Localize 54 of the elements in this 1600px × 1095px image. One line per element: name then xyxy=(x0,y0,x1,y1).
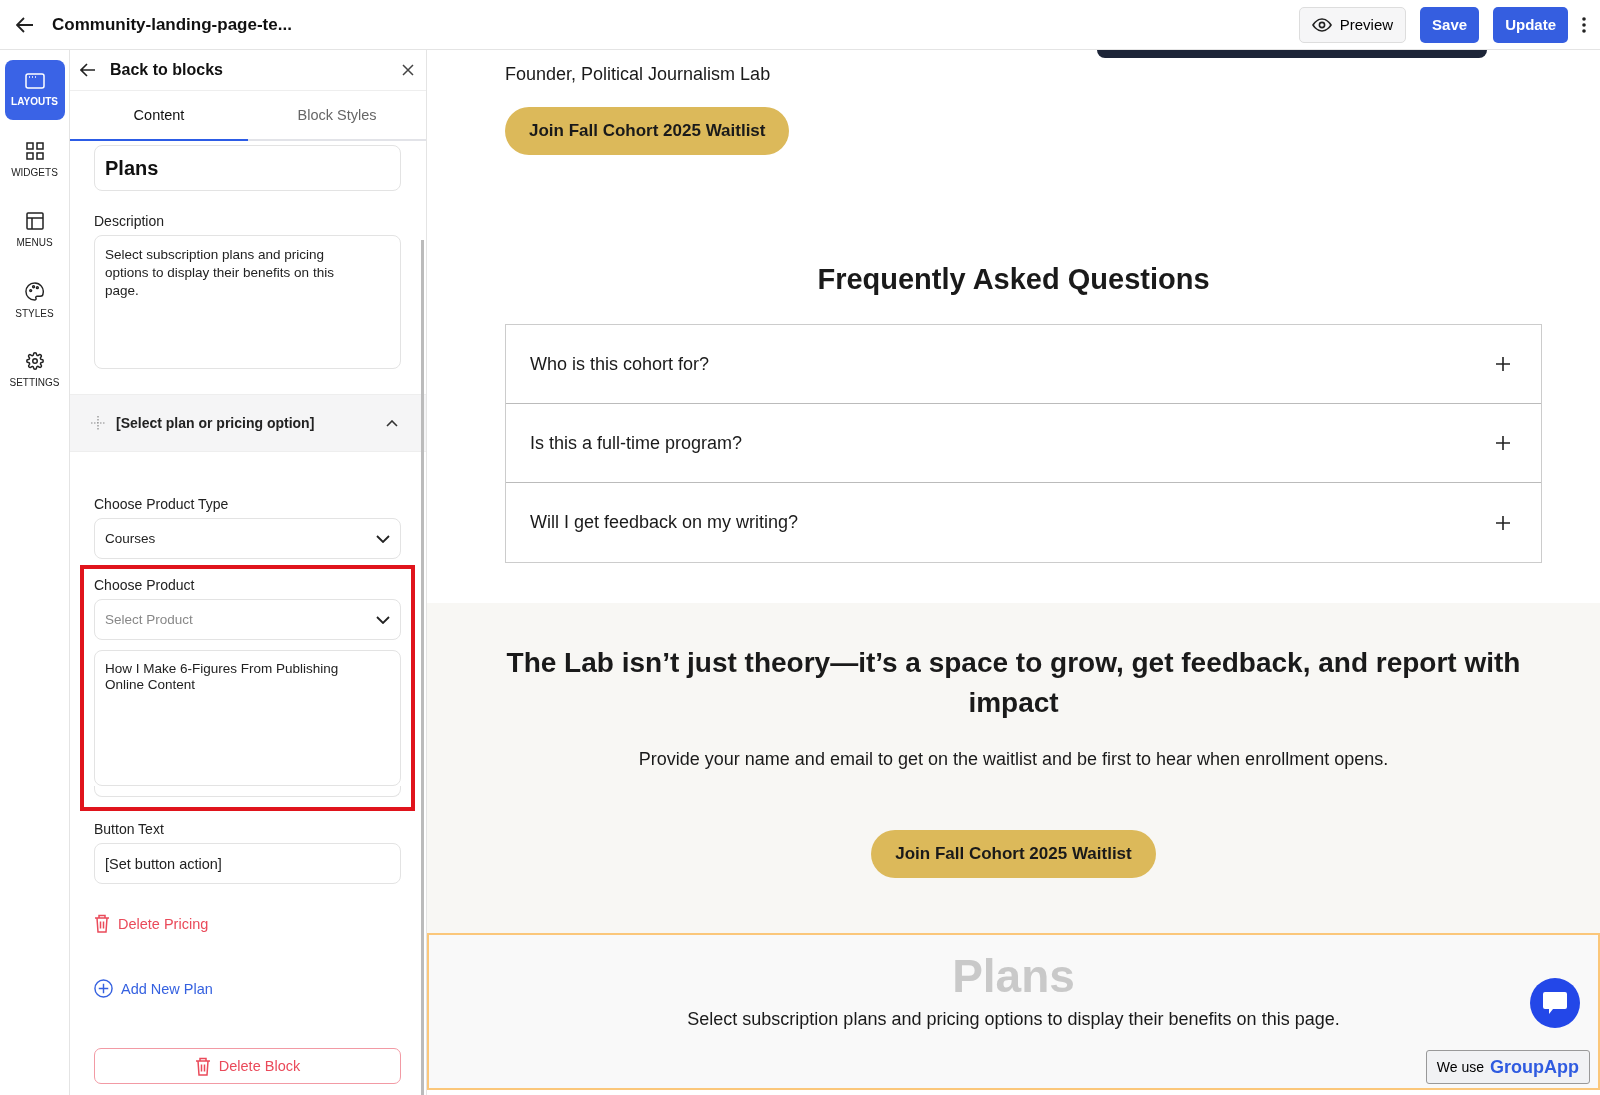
sidebar-item[interactable]: STYLES xyxy=(4,270,65,330)
back-arrow-icon[interactable] xyxy=(80,63,96,77)
section-header[interactable]: [Select plan or pricing option] xyxy=(70,394,426,452)
back-to-blocks-label: Back to blocks xyxy=(110,61,224,79)
field-label: Description xyxy=(94,213,166,229)
section-headline: The Lab isn’t just theory—it’s a space to grow, get feedback, and report with impact xyxy=(505,646,1522,720)
sidebar-item[interactable]: SETTINGS xyxy=(4,340,65,400)
description-field[interactable]: Select subscription plans and pricing options to display their benefits on this page. xyxy=(94,235,401,369)
section-title: [Select plan or pricing option] xyxy=(116,415,316,431)
tab[interactable]: Block Styles xyxy=(248,91,426,141)
chat-button[interactable] xyxy=(1530,978,1580,1028)
product-type-select[interactable]: Courses xyxy=(94,518,401,559)
eye-icon xyxy=(1311,17,1332,32)
back-arrow-icon[interactable] xyxy=(16,16,34,33)
preview-button[interactable]: Preview xyxy=(1298,6,1407,43)
trash-icon xyxy=(94,914,110,933)
sidebar-item[interactable]: WIDGETS xyxy=(4,130,65,190)
product-item[interactable]: How I Make 6-Figures From Publishing Online Content xyxy=(94,650,401,786)
tab[interactable]: Content xyxy=(70,91,248,141)
chevron-up-icon[interactable] xyxy=(386,419,398,427)
layout-icon xyxy=(24,73,45,89)
page-title: Community-landing-page-te... xyxy=(52,14,293,35)
sidebar-item[interactable]: LAYOUTS xyxy=(4,60,65,120)
field-label: Choose Product xyxy=(94,577,196,593)
delete-pricing-link[interactable]: Delete Pricing xyxy=(94,914,209,933)
delete-block-button[interactable]: Delete Block xyxy=(94,1048,401,1084)
close-icon[interactable] xyxy=(402,64,414,76)
trash-icon xyxy=(194,1056,211,1076)
plans-description: Select subscription plans and pricing options to display their benefits on this page. xyxy=(687,1009,1340,1030)
add-plan-link[interactable]: Add New Plan xyxy=(94,979,213,998)
field-label: Button Text xyxy=(94,821,165,837)
section-subtext: Provide your name and email to get on the waitlist and be first to hear when enrollment opens. xyxy=(638,749,1389,770)
chevron-down-icon xyxy=(376,615,390,624)
founder-caption: Founder, Political Journalism Lab xyxy=(505,64,772,85)
grid-icon xyxy=(25,142,44,160)
settings-icon xyxy=(25,352,44,370)
sidebar-item[interactable]: MENUS xyxy=(4,200,65,260)
primary-button[interactable]: Save xyxy=(1420,6,1480,43)
chevron-down-icon xyxy=(376,534,390,543)
field-label: Choose Product Type xyxy=(94,496,230,512)
panel-layout-icon xyxy=(25,212,44,230)
drag-handle-icon[interactable] xyxy=(90,415,106,431)
waitlist-button[interactable]: Join Fall Cohort 2025 Waitlist xyxy=(505,107,790,155)
button-text-field[interactable]: [Set button action] xyxy=(94,843,401,884)
waitlist-button[interactable]: Join Fall Cohort 2025 Waitlist xyxy=(871,830,1156,878)
more-options-icon[interactable] xyxy=(1582,16,1586,33)
plus-circle-icon xyxy=(94,979,113,998)
chat-bubble-icon xyxy=(1542,991,1568,1015)
palette-icon xyxy=(25,281,44,301)
title-field[interactable]: Plans xyxy=(94,145,401,191)
brand-badge[interactable]: We use GroupApp xyxy=(1425,1050,1590,1084)
primary-button[interactable]: Update xyxy=(1493,6,1568,43)
faq-heading: Frequently Asked Questions xyxy=(816,263,1211,296)
product-select[interactable]: Select Product xyxy=(94,599,401,640)
